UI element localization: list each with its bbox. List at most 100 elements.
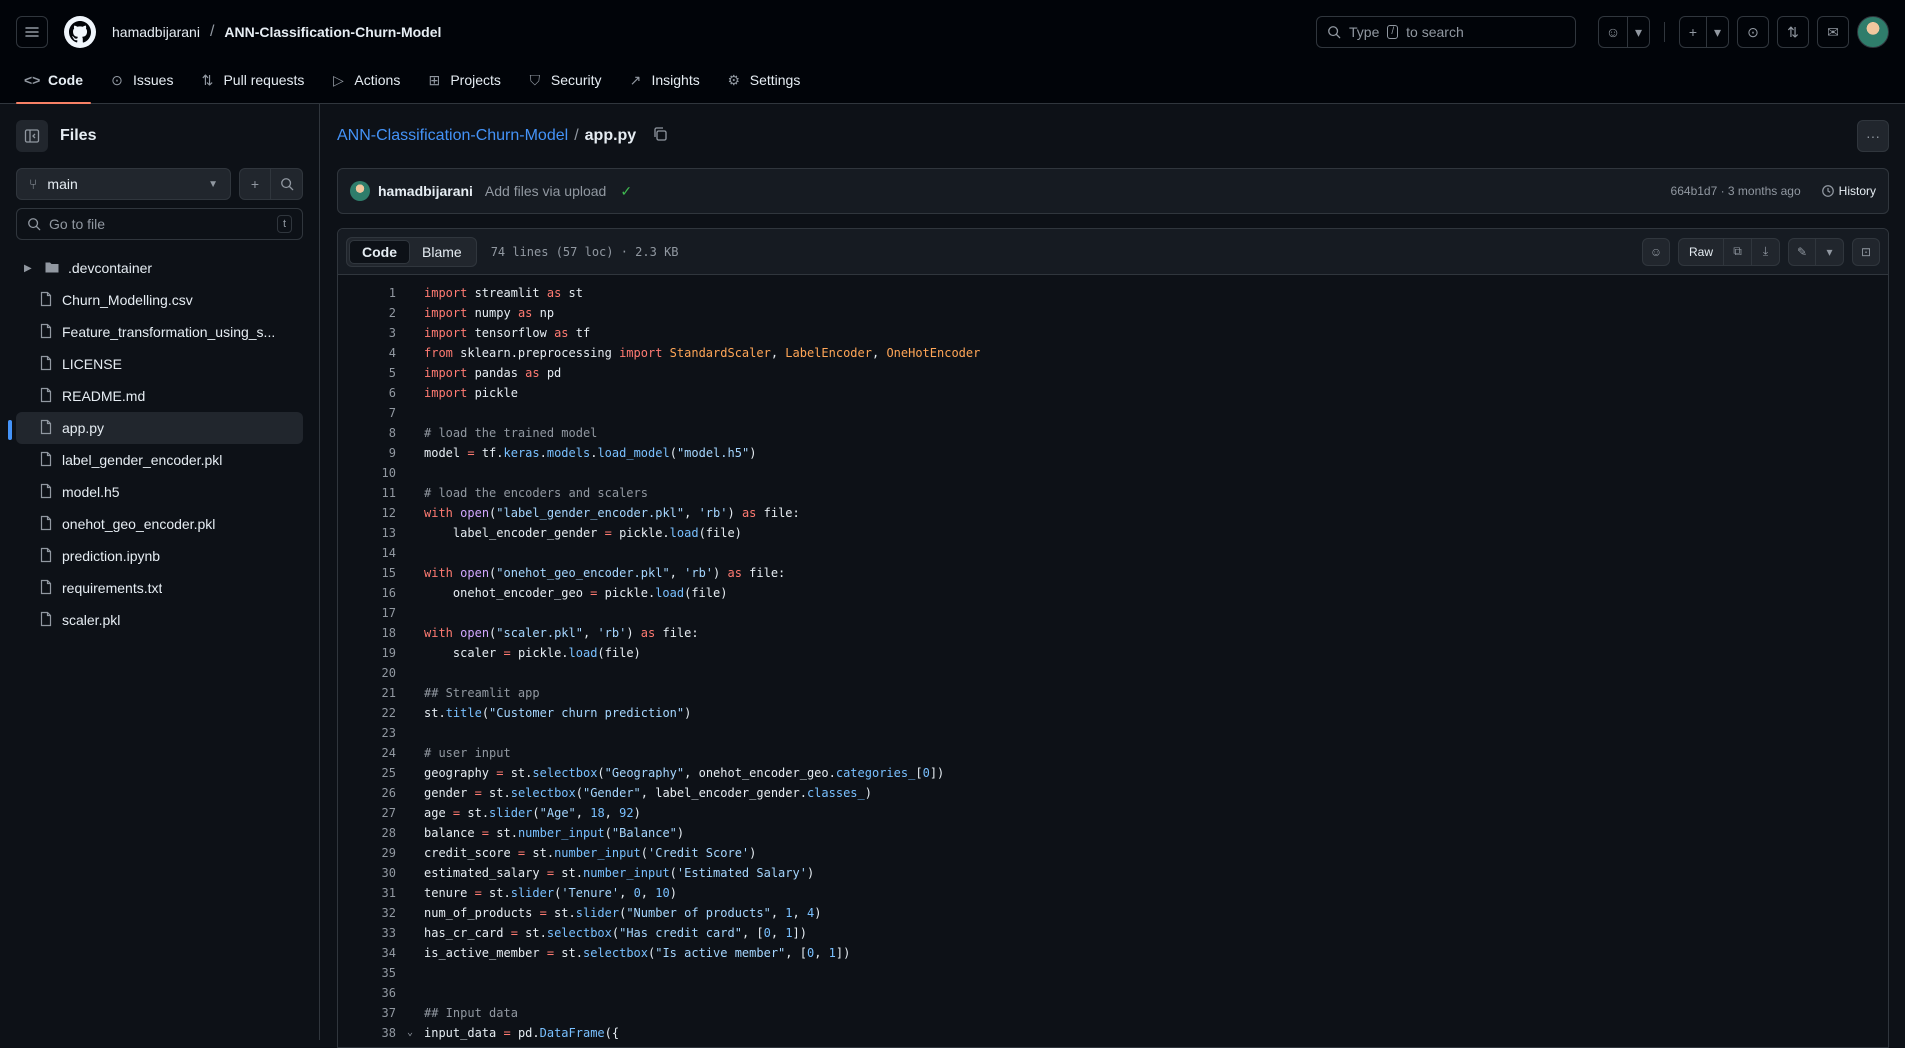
raw-button[interactable]: Raw <box>1677 237 1724 266</box>
line-number[interactable]: 2 <box>338 303 396 323</box>
add-file-button[interactable]: + <box>239 168 271 200</box>
tree-item[interactable]: model.h5 <box>16 476 303 508</box>
line-number[interactable]: 37 <box>338 1003 396 1023</box>
line-number[interactable]: 27 <box>338 803 396 823</box>
line-number[interactable]: 11 <box>338 483 396 503</box>
tree-item[interactable]: scaler.pkl <box>16 604 303 636</box>
tab-blame[interactable]: Blame <box>410 240 474 264</box>
line-number[interactable]: 15 <box>338 563 396 583</box>
check-icon[interactable]: ✓ <box>620 183 632 200</box>
tab-security[interactable]: ⛉ Security <box>519 64 610 96</box>
edit-button[interactable]: ✎ <box>1788 237 1816 266</box>
inbox-button[interactable]: ✉ <box>1817 16 1849 48</box>
avatar[interactable] <box>1857 16 1889 48</box>
line-number[interactable]: 30 <box>338 863 396 883</box>
search-input[interactable]: Type / to search <box>1316 16 1576 48</box>
branch-selector[interactable]: ⑂ main ▼ <box>16 168 231 200</box>
line-number[interactable]: 18 <box>338 623 396 643</box>
collapse-sidebar-button[interactable] <box>16 120 48 152</box>
commit-meta[interactable]: 664b1d7 · 3 months ago <box>1671 184 1801 198</box>
pull-requests-button[interactable]: ⇅ <box>1777 16 1809 48</box>
line-number[interactable]: 21 <box>338 683 396 703</box>
line-number[interactable]: 22 <box>338 703 396 723</box>
line-number[interactable]: 20 <box>338 663 396 683</box>
chevron-down-icon[interactable]: ▾ <box>1706 17 1728 47</box>
code-text: model = tf.keras.models.load_model("mode… <box>424 446 757 460</box>
line-number[interactable]: 3 <box>338 323 396 343</box>
line-number[interactable]: 19 <box>338 643 396 663</box>
search-files-button[interactable] <box>271 168 303 200</box>
copy-path-icon[interactable] <box>652 126 668 147</box>
tab-label: Pull requests <box>223 72 305 88</box>
tab-insights[interactable]: ↗ Insights <box>619 64 707 96</box>
line-number[interactable]: 33 <box>338 923 396 943</box>
line-number[interactable]: 17 <box>338 603 396 623</box>
line-number[interactable]: 36 <box>338 983 396 1003</box>
chevron-down-icon[interactable]: ⌄ <box>396 1023 424 1043</box>
tree-item[interactable]: LICENSE <box>16 348 303 380</box>
line-number[interactable]: 29 <box>338 843 396 863</box>
history-button[interactable]: History <box>1821 184 1876 198</box>
line-number[interactable]: 13 <box>338 523 396 543</box>
tree-item[interactable]: label_gender_encoder.pkl <box>16 444 303 476</box>
download-button[interactable]: ⤓ <box>1752 237 1780 266</box>
chevron-right-icon[interactable]: ▶ <box>24 263 36 274</box>
line-number[interactable]: 34 <box>338 943 396 963</box>
line-number[interactable]: 6 <box>338 383 396 403</box>
line-number[interactable]: 24 <box>338 743 396 763</box>
tree-item[interactable]: ▶ .devcontainer <box>16 252 303 284</box>
line-number[interactable]: 8 <box>338 423 396 443</box>
commit-author[interactable]: hamadbijarani <box>378 183 473 199</box>
line-number[interactable]: 28 <box>338 823 396 843</box>
line-number[interactable]: 35 <box>338 963 396 983</box>
go-to-file-input[interactable]: Go to file t <box>16 208 303 240</box>
repo-link[interactable]: ANN-Classification-Churn-Model <box>224 24 441 40</box>
tree-item-label: model.h5 <box>62 484 120 500</box>
line-number[interactable]: 5 <box>338 363 396 383</box>
edit-options-button[interactable]: ▾ <box>1816 237 1844 266</box>
line-number[interactable]: 31 <box>338 883 396 903</box>
copilot-button[interactable]: ☺ ▾ <box>1598 16 1650 48</box>
issues-button[interactable]: ⊙ <box>1737 16 1769 48</box>
tree-item[interactable]: prediction.ipynb <box>16 540 303 572</box>
line-number[interactable]: 32 <box>338 903 396 923</box>
tab-settings[interactable]: ⚙ Settings <box>718 64 809 96</box>
line-number[interactable]: 25 <box>338 763 396 783</box>
tree-item[interactable]: requirements.txt <box>16 572 303 604</box>
github-logo-icon[interactable] <box>64 16 96 48</box>
line-number[interactable]: 14 <box>338 543 396 563</box>
repo-root-link[interactable]: ANN-Classification-Churn-Model <box>337 127 568 145</box>
tab-code[interactable]: <> Code <box>16 64 91 104</box>
copy-raw-button[interactable]: ⧉ <box>1724 237 1752 266</box>
avatar[interactable] <box>350 181 370 201</box>
line-number[interactable]: 12 <box>338 503 396 523</box>
code-line: 18 with open("scaler.pkl", 'rb') as file: <box>338 623 1888 643</box>
tab-projects[interactable]: ⊞ Projects <box>418 64 509 96</box>
symbols-button[interactable]: ⊡ <box>1852 237 1880 266</box>
tree-item[interactable]: onehot_geo_encoder.pkl <box>16 508 303 540</box>
create-new-button[interactable]: + ▾ <box>1679 16 1729 48</box>
line-number[interactable]: 4 <box>338 343 396 363</box>
tab-pull-requests[interactable]: ⇅ Pull requests <box>191 64 312 96</box>
tree-item[interactable]: Churn_Modelling.csv <box>16 284 303 316</box>
line-number[interactable]: 26 <box>338 783 396 803</box>
more-options-button[interactable]: ··· <box>1857 120 1889 152</box>
tab-issues[interactable]: ⊙ Issues <box>101 64 181 96</box>
line-number[interactable]: 9 <box>338 443 396 463</box>
tree-item[interactable]: README.md <box>16 380 303 412</box>
tab-actions[interactable]: ▷ Actions <box>322 64 408 96</box>
tab-code[interactable]: Code <box>349 239 410 264</box>
owner-link[interactable]: hamadbijarani <box>112 24 200 40</box>
chevron-down-icon[interactable]: ▾ <box>1627 17 1649 47</box>
line-number[interactable]: 1 <box>338 283 396 303</box>
tree-item[interactable]: Feature_transformation_using_s... <box>16 316 303 348</box>
line-number[interactable]: 16 <box>338 583 396 603</box>
commit-message[interactable]: Add files via upload <box>485 183 606 199</box>
line-number[interactable]: 7 <box>338 403 396 423</box>
line-number[interactable]: 23 <box>338 723 396 743</box>
tree-item[interactable]: app.py <box>8 412 303 444</box>
line-number[interactable]: 10 <box>338 463 396 483</box>
copilot-ask-button[interactable]: ☺ <box>1641 237 1670 266</box>
line-number[interactable]: 38 <box>338 1023 396 1043</box>
menu-button[interactable] <box>16 16 48 48</box>
